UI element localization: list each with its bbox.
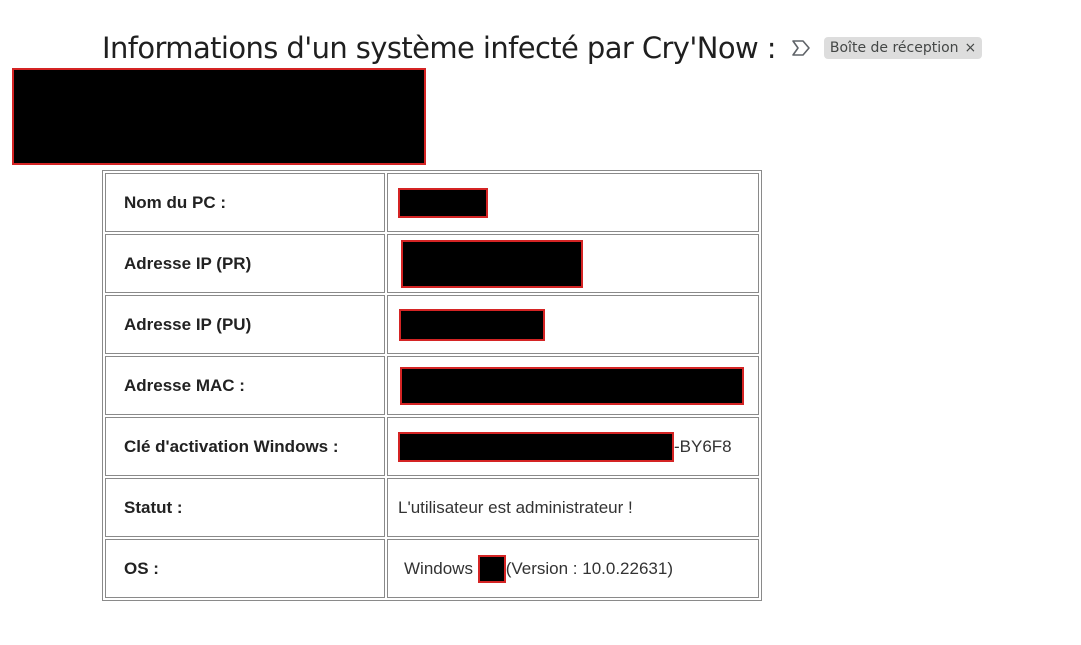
row-label: Adresse IP (PU)	[105, 295, 385, 354]
remove-label-icon[interactable]: ×	[965, 40, 977, 56]
email-view: Informations d'un système infecté par Cr…	[0, 0, 1081, 645]
redacted-value	[398, 187, 488, 218]
table-row: Adresse IP (PU)	[105, 295, 759, 354]
row-label: Statut :	[105, 478, 385, 537]
redacted-value	[477, 554, 506, 583]
row-value	[387, 234, 759, 293]
row-value	[387, 356, 759, 415]
table-row: OS : Windows (Version : 10.0.22631)	[105, 539, 759, 598]
important-marker-icon[interactable]	[790, 39, 812, 57]
activation-key-suffix: -BY6F8	[674, 436, 732, 456]
redacted-value	[399, 308, 545, 341]
label-chip-text: Boîte de réception	[829, 40, 959, 56]
row-label: Adresse MAC :	[105, 356, 385, 415]
row-value	[387, 295, 759, 354]
row-label: Clé d'activation Windows :	[105, 417, 385, 476]
redacted-value	[401, 239, 583, 288]
os-version: (Version : 10.0.22631)	[505, 558, 673, 578]
os-name: Windows	[404, 558, 473, 578]
table-row: Clé d'activation Windows : -BY6F8	[105, 417, 759, 476]
row-label: Nom du PC :	[105, 173, 385, 232]
table-row: Adresse IP (PR)	[105, 234, 759, 293]
infection-info-table: Nom du PC : Adresse IP (PR) Adresse IP (…	[102, 170, 762, 601]
redacted-block	[12, 68, 426, 165]
label-chip-inbox[interactable]: Boîte de réception ×	[823, 37, 983, 59]
row-label: Adresse IP (PR)	[105, 234, 385, 293]
table-row: Statut : L'utilisateur est administrateu…	[105, 478, 759, 537]
row-value: Windows (Version : 10.0.22631)	[387, 539, 759, 598]
row-label: OS :	[105, 539, 385, 598]
row-value: -BY6F8	[387, 417, 759, 476]
redacted-value	[400, 366, 744, 405]
table-row: Nom du PC :	[105, 173, 759, 232]
email-header: Informations d'un système infecté par Cr…	[102, 24, 983, 72]
row-value	[387, 173, 759, 232]
email-subject: Informations d'un système infecté par Cr…	[102, 31, 776, 65]
row-value: L'utilisateur est administrateur !	[387, 478, 759, 537]
redacted-value	[398, 431, 674, 462]
table-row: Adresse MAC :	[105, 356, 759, 415]
